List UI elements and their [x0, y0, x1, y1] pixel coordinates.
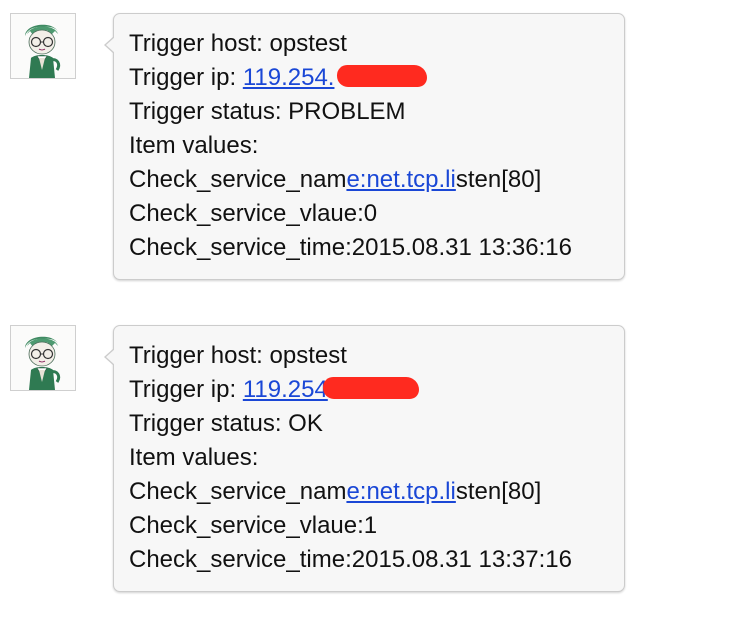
- cartoon-boy-avatar-icon: [11, 14, 75, 78]
- avatar[interactable]: [10, 325, 76, 391]
- check-service-name-line: Check_service_name:net.tcp.listen[80]: [129, 475, 610, 509]
- trigger-host-label: Trigger host:: [129, 30, 270, 57]
- bubble-tail: [104, 348, 115, 366]
- trigger-status-value: OK: [288, 410, 323, 437]
- check-service-name-link[interactable]: e:net.tcp.li: [346, 166, 455, 193]
- trigger-host-line: Trigger host: opstest: [129, 27, 610, 61]
- redaction-mark: [322, 377, 419, 399]
- trigger-ip-link[interactable]: 119.254.: [243, 64, 335, 91]
- trigger-status-label: Trigger status:: [129, 410, 289, 437]
- trigger-ip-line: Trigger ip: 119.254: [129, 373, 610, 407]
- trigger-host-line: Trigger host: opstest: [129, 339, 610, 373]
- redaction-mark: [336, 65, 427, 87]
- check-service-value-line: Check_service_vlaue:1: [129, 512, 378, 539]
- trigger-status-line: Trigger status: OK: [129, 407, 610, 441]
- check-service-name-line: Check_service_name:net.tcp.listen[80]: [129, 163, 610, 197]
- check-service-name-prefix: Check_service_nam: [129, 166, 347, 193]
- bubble-tail: [104, 36, 115, 54]
- trigger-status-value: PROBLEM: [288, 98, 406, 125]
- cartoon-boy-avatar-icon: [11, 326, 75, 390]
- trigger-host-label: Trigger host:: [129, 342, 270, 369]
- trigger-host-value: opstest: [269, 30, 347, 57]
- check-service-value-line: Check_service_vlaue:0: [129, 200, 378, 227]
- item-values-heading: Item values:: [129, 132, 259, 159]
- trigger-ip-link[interactable]: 119.254: [243, 376, 328, 403]
- item-values-heading: Item values:: [129, 444, 259, 471]
- avatar[interactable]: [10, 13, 76, 79]
- message-bubble: Trigger host: opstest Trigger ip: 119.25…: [104, 13, 625, 280]
- check-service-name-link[interactable]: e:net.tcp.li: [346, 478, 455, 505]
- check-service-time-line: Check_service_time:2015.08.31 13:37:16: [129, 546, 572, 573]
- trigger-status-line: Trigger status: PROBLEM: [129, 95, 610, 129]
- trigger-ip-label: Trigger ip:: [129, 64, 243, 91]
- message-bubble: Trigger host: opstest Trigger ip: 119.25…: [104, 325, 625, 592]
- check-service-name-suffix: sten[80]: [455, 478, 542, 505]
- check-service-time-line: Check_service_time:2015.08.31 13:36:16: [129, 234, 572, 261]
- check-service-name-prefix: Check_service_nam: [129, 478, 347, 505]
- trigger-ip-label: Trigger ip:: [129, 376, 243, 403]
- check-service-name-suffix: sten[80]: [455, 166, 542, 193]
- trigger-host-value: opstest: [269, 342, 347, 369]
- trigger-ip-line: Trigger ip: 119.254.: [129, 61, 610, 95]
- trigger-status-label: Trigger status:: [129, 98, 289, 125]
